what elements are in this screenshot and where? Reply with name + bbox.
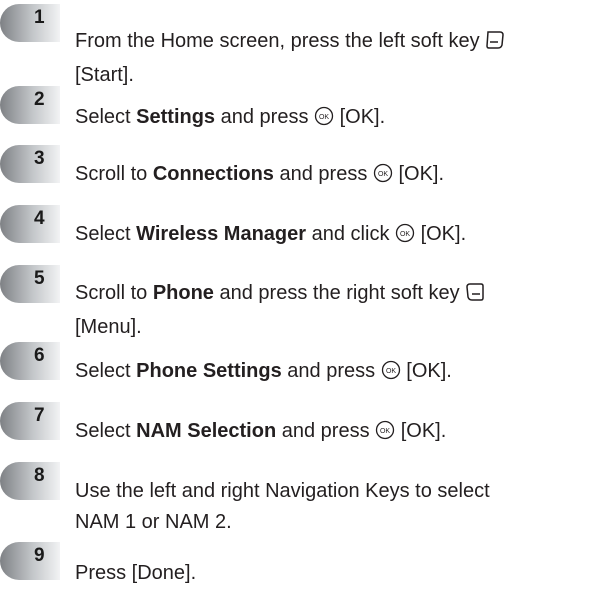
step-text-part: Select <box>75 360 131 382</box>
left-soft-key-icon <box>485 29 505 60</box>
instruction-steps: 1 From the Home screen, press the left s… <box>0 0 591 595</box>
step-text: Use the left and right Navigation Keys t… <box>75 476 525 538</box>
step-text-part: and click <box>311 223 390 245</box>
step-text: Scroll to Phone and press the right soft… <box>75 278 585 343</box>
step-text-bold: Wireless Manager <box>136 223 307 245</box>
step-text-part: and press <box>220 106 309 128</box>
step-text: Select Phone Settings and press OK [OK]. <box>75 356 585 390</box>
step-text: Scroll to Connections and press OK [OK]. <box>75 159 585 193</box>
ok-key-icon: OK <box>373 162 393 193</box>
step-number-badge: 3 <box>0 145 60 183</box>
step-text-bold: Phone <box>152 282 214 304</box>
step-number-badge: 6 <box>0 342 60 380</box>
step-text: Select Settings and press OK [OK]. <box>75 102 585 136</box>
right-soft-key-icon <box>465 281 485 312</box>
step-number-badge: 8 <box>0 462 60 500</box>
svg-text:OK: OK <box>386 368 396 375</box>
step-number: 5 <box>34 268 45 289</box>
step-text-part: and press <box>279 163 368 185</box>
svg-text:OK: OK <box>380 428 390 435</box>
step-number: 4 <box>34 208 45 229</box>
step-text-part: [OK]. <box>406 360 452 382</box>
step-text-part: Scroll to <box>75 282 148 304</box>
step-number: 8 <box>34 465 45 486</box>
step-text: Select NAM Selection and press OK [OK]. <box>75 416 585 450</box>
step-text-part: and press the right soft key <box>219 282 460 304</box>
step-text-part: and press <box>287 360 376 382</box>
svg-text:OK: OK <box>378 171 388 178</box>
step-text-bold: Connections <box>152 163 274 185</box>
step-text-part: Select <box>75 420 131 442</box>
step-number: 9 <box>34 545 45 566</box>
ok-key-icon: OK <box>381 359 401 390</box>
ok-key-icon: OK <box>314 105 334 136</box>
step-text-part: and press <box>281 420 370 442</box>
step-number-badge: 1 <box>0 4 60 42</box>
step-text-part: [OK]. <box>420 223 467 245</box>
step-text-bold: NAM Selection <box>136 420 277 442</box>
step-text: From the Home screen, press the left sof… <box>75 26 585 91</box>
step-text-part: [OK]. <box>339 106 386 128</box>
step-number-badge: 2 <box>0 86 60 124</box>
ok-key-icon: OK <box>375 419 395 450</box>
step-text: Select Wireless Manager and click OK [OK… <box>75 219 585 253</box>
step-number-badge: 4 <box>0 205 60 243</box>
step-number-badge: 9 <box>0 542 60 580</box>
step-number-badge: 7 <box>0 402 60 440</box>
step-text-part: [OK]. <box>398 163 445 185</box>
svg-text:OK: OK <box>400 231 410 238</box>
step-text-part: Select <box>75 106 131 128</box>
step-text-part: [Start]. <box>75 64 134 86</box>
step-text-part: Scroll to <box>75 163 148 185</box>
ok-key-icon: OK <box>395 222 415 253</box>
step-text: Press [Done]. <box>75 558 585 589</box>
step-text-bold: Phone Settings <box>136 360 282 382</box>
step-text-part: Press [Done]. <box>75 562 197 584</box>
step-number: 7 <box>34 405 45 426</box>
step-text-part: [Menu]. <box>75 316 142 338</box>
step-text-part: Select <box>75 223 131 245</box>
step-text-part: Use the left and right Navigation Keys t… <box>75 480 490 533</box>
step-number-badge: 5 <box>0 265 60 303</box>
step-text-bold: Settings <box>136 106 216 128</box>
step-number: 3 <box>34 148 45 169</box>
step-number: 6 <box>34 345 45 366</box>
svg-text:OK: OK <box>319 114 329 121</box>
step-text-part: From the Home screen, press the left sof… <box>75 30 480 52</box>
step-number: 2 <box>34 89 45 110</box>
step-number: 1 <box>34 7 45 28</box>
step-text-part: [OK]. <box>400 420 447 442</box>
